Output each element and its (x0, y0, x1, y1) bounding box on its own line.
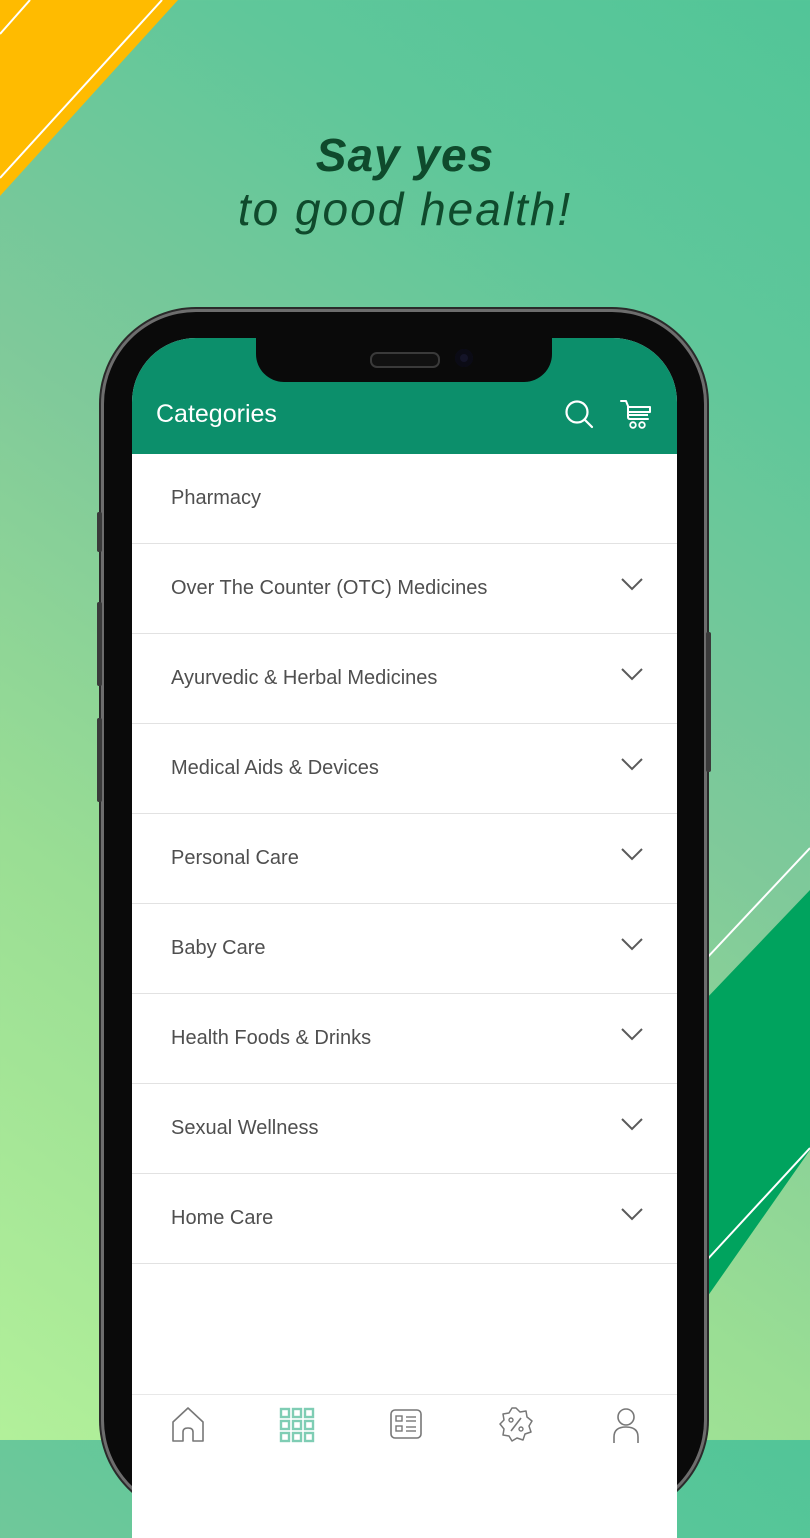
promo-subheadline: to good health! (237, 183, 573, 235)
phone-notch (256, 338, 552, 382)
chevron-down-icon[interactable] (620, 576, 644, 592)
chevron-down-icon[interactable] (620, 1206, 644, 1222)
stripe-line (704, 1147, 810, 1263)
bottom-navigation (132, 1394, 677, 1538)
category-label: Over The Counter (OTC) Medicines (171, 577, 488, 599)
category-row-health-foods[interactable]: Health Foods & Drinks (132, 994, 677, 1084)
category-label: Pharmacy (171, 487, 262, 509)
search-icon[interactable] (564, 398, 596, 432)
stripe-line (0, 0, 31, 35)
cart-icon[interactable] (620, 398, 652, 432)
app-screen: Categories Pharmacy Over The Counter (OT… (132, 338, 677, 1538)
category-label: Sexual Wellness (171, 1117, 319, 1139)
category-row-medical-aids[interactable]: Medical Aids & Devices (132, 724, 677, 814)
category-label: Ayurvedic & Herbal Medicines (171, 667, 438, 689)
category-row-home-care[interactable]: Home Care (132, 1174, 677, 1264)
category-row-personal-care[interactable]: Personal Care (132, 814, 677, 904)
category-row-otc-medicines[interactable]: Over The Counter (OTC) Medicines (132, 544, 677, 634)
phone-side-button (97, 602, 102, 686)
category-label: Personal Care (171, 847, 299, 869)
front-camera (455, 349, 473, 367)
phone-side-button (706, 632, 711, 772)
category-row-ayurvedic[interactable]: Ayurvedic & Herbal Medicines (132, 634, 677, 724)
phone-side-button (97, 512, 102, 552)
orders-list-icon[interactable] (386, 1405, 426, 1445)
category-row-pharmacy[interactable]: Pharmacy (132, 454, 677, 544)
category-row-baby-care[interactable]: Baby Care (132, 904, 677, 994)
chevron-down-icon[interactable] (620, 1116, 644, 1132)
chevron-down-icon[interactable] (620, 1026, 644, 1042)
green-stripe (705, 890, 810, 1300)
phone-side-button (97, 718, 102, 802)
category-label: Baby Care (171, 937, 266, 959)
speaker-grille (370, 352, 440, 368)
categories-grid-icon[interactable] (277, 1405, 317, 1445)
stripe-line (704, 847, 810, 961)
app-bar: Categories (132, 338, 677, 454)
category-label: Medical Aids & Devices (171, 757, 379, 779)
profile-icon[interactable] (606, 1405, 646, 1445)
phone-mockup: Categories Pharmacy Over The Counter (OT… (97, 312, 711, 1538)
offers-percent-icon[interactable] (496, 1405, 536, 1445)
page-title: Categories (156, 400, 277, 428)
category-row-sexual-wellness[interactable]: Sexual Wellness (132, 1084, 677, 1174)
category-label: Health Foods & Drinks (171, 1027, 372, 1049)
home-icon[interactable] (168, 1405, 208, 1445)
promo-headline: Say yes (315, 129, 495, 181)
chevron-down-icon[interactable] (620, 936, 644, 952)
category-label: Home Care (171, 1207, 274, 1229)
chevron-down-icon[interactable] (620, 756, 644, 772)
chevron-down-icon[interactable] (620, 846, 644, 862)
chevron-down-icon[interactable] (620, 666, 644, 682)
category-list: Pharmacy Over The Counter (OTC) Medicine… (132, 454, 677, 1264)
